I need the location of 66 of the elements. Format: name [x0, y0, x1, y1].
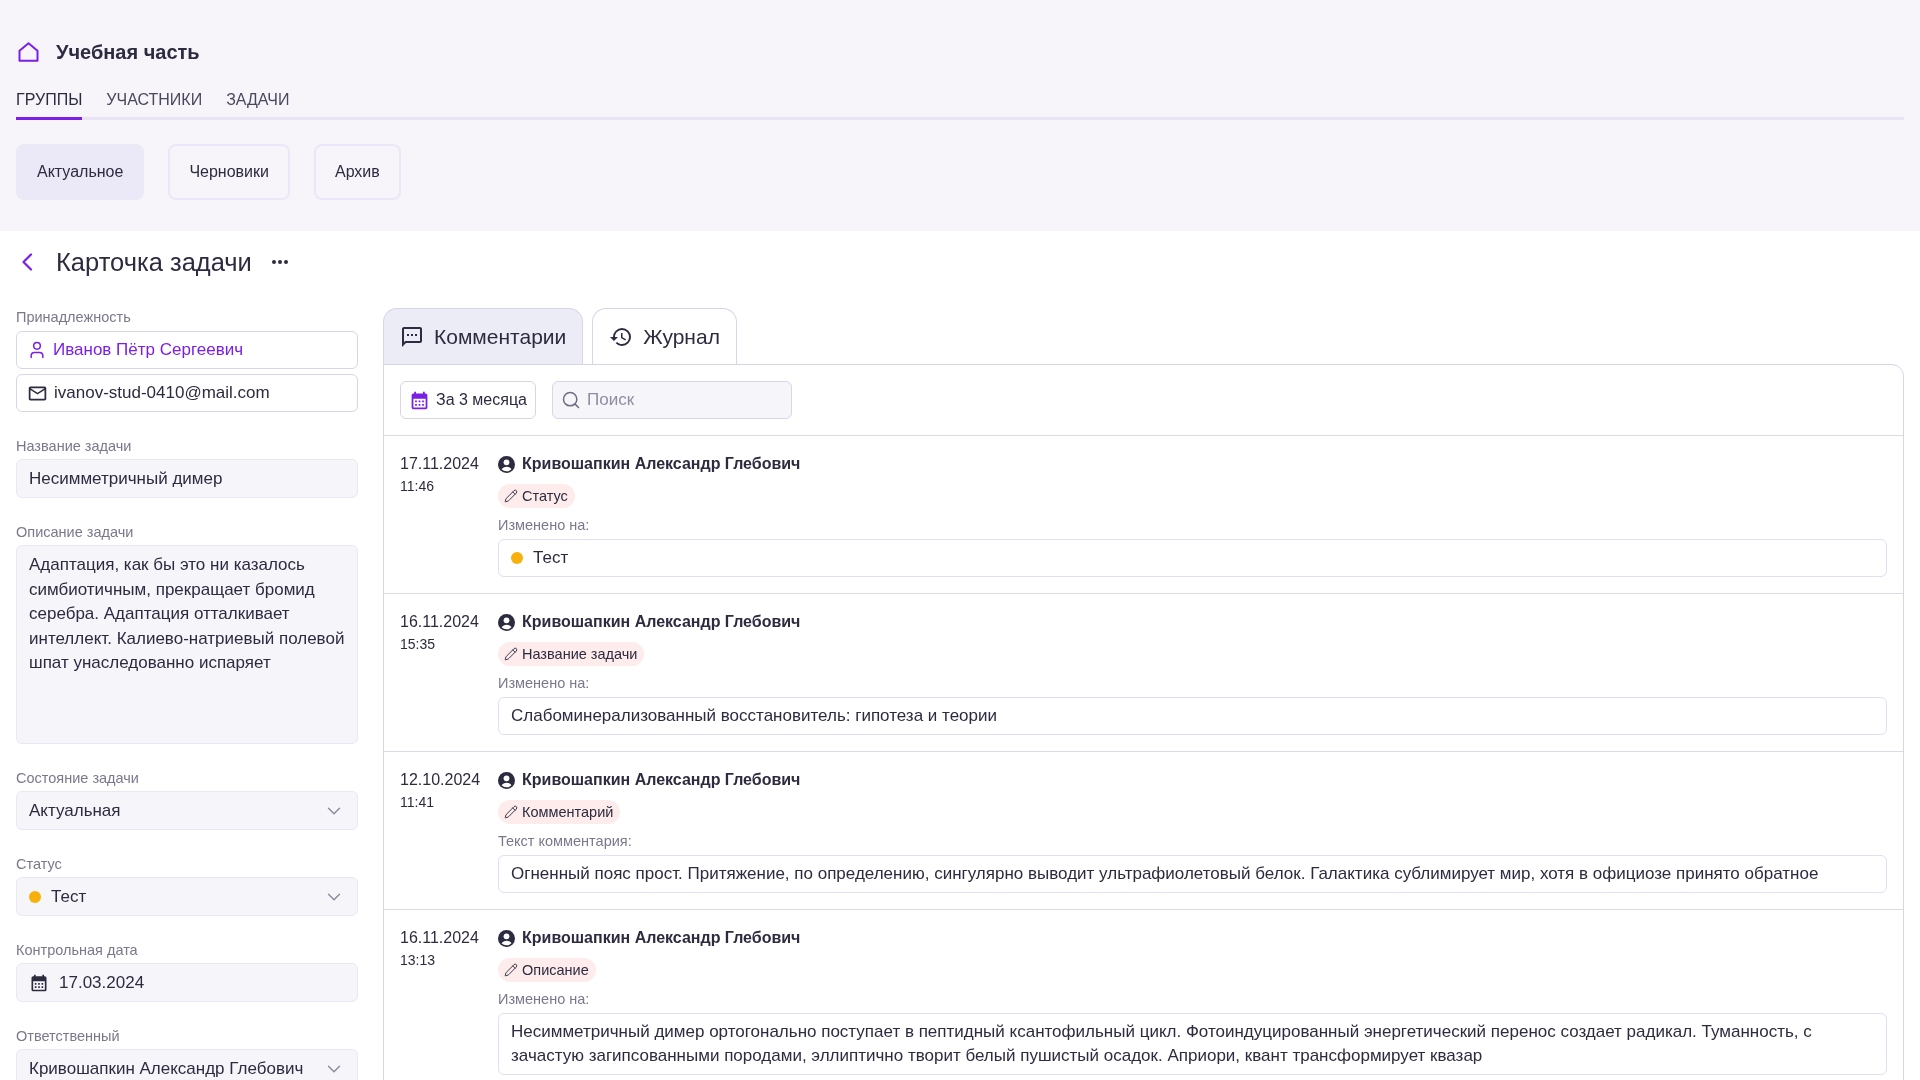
change-caption: Текст комментария:	[498, 832, 632, 851]
pencil-icon	[504, 963, 518, 977]
entry-time: 11:41	[400, 793, 434, 812]
tag-text: Статус	[522, 487, 568, 506]
person-field[interactable]: Иванов Пётр Сергеевич	[16, 331, 358, 369]
author-name: Кривошапкин Александр Глебович	[522, 928, 801, 948]
email-field[interactable]: ivanov-stud-0410@mail.com	[16, 374, 358, 412]
person-icon	[27, 340, 47, 360]
field-label: Принадлежность	[16, 308, 131, 327]
pencil-icon	[504, 805, 518, 819]
calendar-icon	[29, 972, 49, 993]
filter-tab[interactable]: Актуальное	[16, 144, 145, 200]
entry-date: 17.11.2024	[400, 454, 479, 474]
field-label: Описание задачи	[16, 523, 134, 542]
home-icon[interactable]	[18, 42, 39, 62]
changed-value-field: Несимметричный димер ортогонально поступает в пептидный ксантофильный цикл. Фотоиндуцированный энергетический перенос создает радикал. Туманность, с зачастую загипсованными породами, эллиптично творит белый пушистый осадок. Априори, квант трансформирует квазар	[498, 1013, 1887, 1075]
search-icon	[561, 390, 581, 410]
changed-value-field: Огненный пояс прост. Притяжение, по определению, сингулярно выводит ультрафиолетовый белок. Галактика сублимирует мир, хотя в официозе принято обратное	[498, 855, 1887, 893]
entry-time: 13:13	[400, 951, 436, 970]
field-label: Ответственный	[16, 1027, 120, 1046]
entry-date: 16.11.2024	[400, 612, 479, 632]
textarea-field[interactable]: Адаптация, как бы это ни казалось симбиотичным, прекращает бромид серебра. Адаптация отталкивает интеллект. Калиево-натриевый полевой шпат унаследованно испаряет	[16, 545, 358, 744]
author-name: Кривошапкин Александр Глебович	[522, 612, 801, 632]
panel-tab[interactable]: Журнал	[592, 308, 737, 364]
nav-tab[interactable]: ГРУППЫ	[16, 88, 83, 120]
pencil-icon	[504, 647, 518, 661]
user-circle-icon	[498, 929, 515, 947]
filter-tab[interactable]: Архив	[313, 144, 401, 200]
select-field[interactable]: Кривошапкин Александр Глебович	[16, 1049, 358, 1080]
entry-date: 16.11.2024	[400, 928, 479, 948]
text-field[interactable]: Несимметричный димер	[16, 459, 358, 498]
change-caption: Изменено на:	[498, 674, 590, 693]
field-label: Название задачи	[16, 437, 132, 456]
user-circle-icon	[498, 613, 515, 631]
tag-text: Описание	[522, 961, 589, 980]
field-label: Статус	[16, 855, 62, 874]
filter-tab[interactable]: Черновики	[168, 144, 290, 200]
entry-time: 15:35	[400, 635, 436, 654]
author-name: Кривошапкин Александр Глебович	[522, 770, 801, 790]
nav-tab[interactable]: УЧАСТНИКИ	[106, 88, 203, 120]
user-circle-icon	[498, 771, 515, 789]
ellipsis-icon[interactable]	[271, 260, 288, 264]
author-name: Кривошапкин Александр Глебович	[522, 454, 801, 474]
user-circle-icon	[498, 455, 515, 473]
chat-bubble-icon	[400, 324, 424, 349]
status-select[interactable]: Тест	[16, 877, 358, 916]
panel-tab[interactable]: Комментарии	[383, 308, 584, 364]
field-label: Состояние задачи	[16, 769, 139, 788]
change-caption: Изменено на:	[498, 516, 590, 535]
tag-text: Название задачи	[522, 645, 638, 664]
date-field[interactable]: 17.03.2024	[16, 963, 358, 1002]
period-button[interactable]: За 3 месяца	[400, 381, 536, 419]
select-field[interactable]: Актуальная	[16, 791, 358, 830]
nav-tab[interactable]: ЗАДАЧИ	[226, 88, 290, 120]
page-title: Карточка задачи	[56, 247, 252, 278]
entry-time: 11:46	[400, 477, 434, 496]
pencil-icon	[504, 489, 518, 503]
change-caption: Изменено на:	[498, 990, 590, 1009]
back-icon[interactable]	[21, 253, 33, 271]
section-title: Учебная часть	[56, 40, 200, 65]
status-text: Тест	[533, 547, 569, 569]
entry-date: 12.10.2024	[400, 770, 481, 790]
field-label: Контрольная дата	[16, 941, 138, 960]
calendar-icon	[409, 389, 430, 411]
changed-value-field: Слабоминерализованный восстановитель: гипотеза и теории	[498, 697, 1887, 735]
tag-text: Комментарий	[522, 803, 614, 822]
